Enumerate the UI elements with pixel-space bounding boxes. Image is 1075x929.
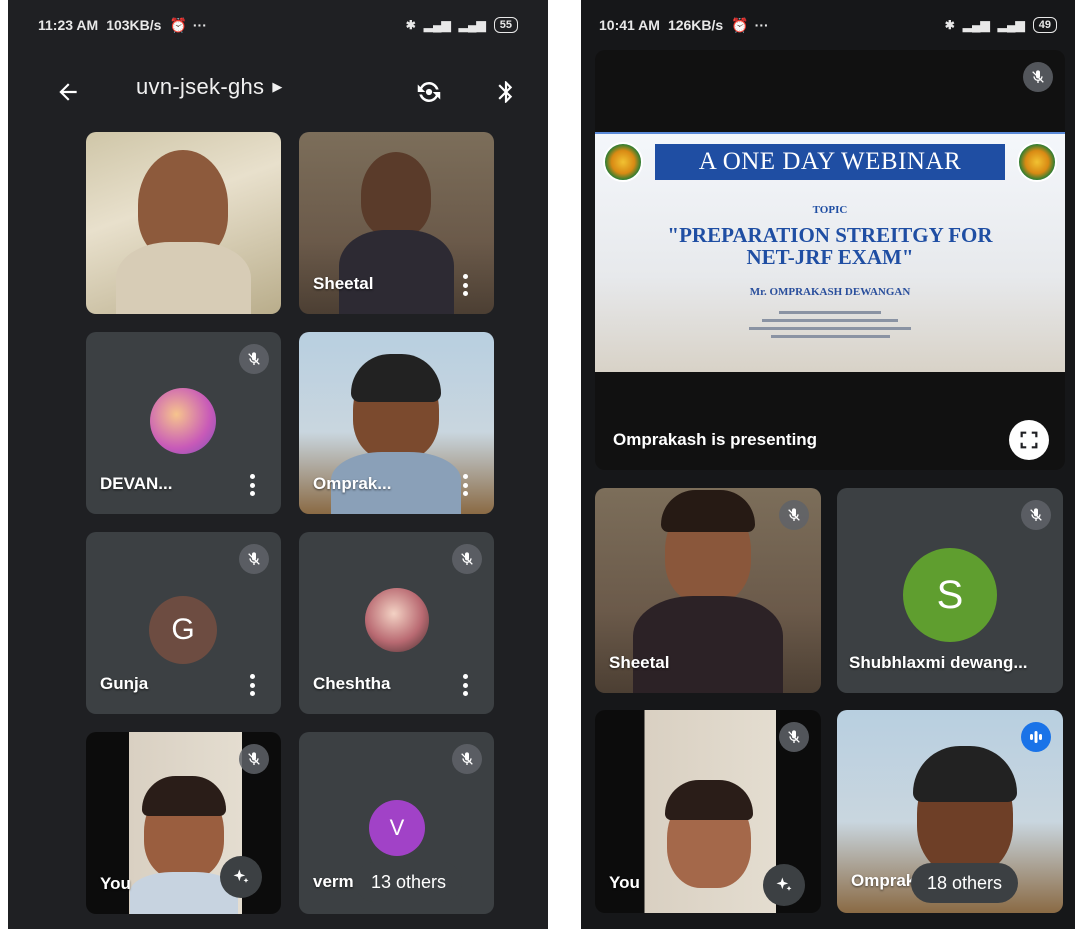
left-screen: 11:23 AM 103KB/s ⏰ ··· ✱ ▂▄▆ ▂▄▆ 55 uvn-… (8, 0, 548, 929)
participant-name: Sheetal (313, 274, 374, 293)
participant-name: DEVAN... (100, 474, 173, 493)
chevron-right-icon: ▶ (272, 79, 283, 94)
mic-off-icon (452, 744, 482, 774)
self-view-tile[interactable]: You (595, 710, 821, 913)
participant-tile[interactable]: V verm 13 others (299, 732, 494, 914)
presentation-tile[interactable]: A ONE DAY WEBINAR TOPIC "PREPARATION STR… (595, 50, 1065, 470)
status-bar: 11:23 AM 103KB/s ⏰ ··· ✱ ▂▄▆ ▂▄▆ 55 (8, 0, 548, 50)
alarm-icon: ⏰ (169, 16, 187, 33)
participant-name: Shubhlaxmi dewang... (849, 653, 1028, 672)
signal-icon-2: ▂▄▆ (997, 18, 1025, 32)
participant-tile[interactable]: Omprak 18 others (837, 710, 1063, 913)
participant-tile[interactable]: S Shubhlaxmi dewang... (837, 488, 1063, 693)
battery-indicator: 49 (1032, 17, 1057, 33)
slide-topic: TOPIC (812, 204, 848, 216)
participant-tile[interactable]: Sheetal (595, 488, 821, 693)
effects-sparkle-icon[interactable] (763, 864, 805, 906)
participant-tile[interactable]: DEVAN... (86, 332, 281, 514)
mic-off-icon (239, 344, 269, 374)
network-speed: 103KB/s (106, 17, 162, 33)
signal-icon: ▂▄▆ (962, 18, 990, 32)
participant-name: Omprak... (313, 474, 392, 493)
participant-avatar (150, 388, 216, 454)
others-count-pill[interactable]: 18 others (911, 863, 1019, 903)
signal-icon-2: ▂▄▆ (458, 18, 486, 32)
slide-headline: "PREPARATION STREITGY FOR NET-JRF EXAM" (667, 223, 993, 269)
participant-name: Omprak (851, 871, 916, 890)
fullscreen-icon[interactable] (1009, 420, 1049, 460)
bluetooth-status-icon: ✱ (944, 18, 955, 32)
participant-tile[interactable]: Omprak... (299, 332, 494, 514)
signal-icon: ▂▄▆ (423, 18, 451, 32)
speaking-indicator-icon (1021, 722, 1051, 752)
slide-banner: A ONE DAY WEBINAR (655, 144, 1005, 180)
meeting-code: uvn-jsek-ghs (136, 74, 265, 99)
mic-off-icon (452, 544, 482, 574)
participant-name: verm (313, 872, 354, 891)
more-notifications: ··· (754, 17, 769, 33)
network-speed: 126KB/s (667, 17, 724, 33)
college-crest-icon (1017, 142, 1057, 182)
presenting-label: Omprakash is presenting (613, 430, 818, 449)
more-notifications: ··· (192, 17, 207, 33)
others-count-pill[interactable]: 13 others (355, 862, 463, 902)
effects-sparkle-icon[interactable] (220, 856, 262, 898)
battery-indicator: 55 (493, 17, 518, 33)
meeting-code-button[interactable]: uvn-jsek-ghs ▶ (136, 74, 283, 100)
mic-off-icon (779, 500, 809, 530)
participant-tile[interactable]: Sheetal (299, 132, 494, 314)
switch-camera-icon[interactable] (411, 74, 447, 110)
participant-avatar: S (903, 548, 997, 642)
meeting-app-bar: uvn-jsek-ghs ▶ (8, 68, 548, 116)
bluetooth-audio-icon[interactable] (488, 74, 524, 110)
participant-avatar (365, 588, 429, 652)
mic-off-icon (1023, 62, 1053, 92)
participant-avatar: G (149, 596, 217, 664)
more-options-icon[interactable] (249, 674, 255, 696)
more-options-icon[interactable] (462, 674, 468, 696)
bluetooth-status-icon: ✱ (405, 18, 416, 32)
more-options-icon[interactable] (462, 474, 468, 496)
more-options-icon[interactable] (462, 274, 468, 296)
participant-tile[interactable]: G Gunja (86, 532, 281, 714)
participant-name: Sheetal (609, 653, 670, 672)
right-screen: 10:41 AM 126KB/s ⏰ ··· ✱ ▂▄▆ ▂▄▆ 49 A ON… (581, 0, 1075, 929)
back-arrow-icon[interactable] (48, 72, 88, 112)
mic-off-icon (239, 744, 269, 774)
mic-off-icon (779, 722, 809, 752)
more-options-icon[interactable] (249, 474, 255, 496)
participant-tile[interactable]: Cheshtha (299, 532, 494, 714)
participant-name: Cheshtha (313, 674, 391, 693)
mic-off-icon (239, 544, 269, 574)
participant-name: Gunja (100, 674, 149, 693)
participant-name: You (100, 874, 131, 893)
alarm-icon: ⏰ (731, 16, 749, 33)
status-bar: 10:41 AM 126KB/s ⏰ ··· ✱ ▂▄▆ ▂▄▆ 49 (581, 0, 1075, 50)
status-time: 10:41 AM (599, 17, 660, 33)
participant-avatar: V (369, 800, 425, 856)
slide-details (745, 306, 915, 343)
participant-video (361, 152, 431, 237)
participant-tile[interactable] (86, 132, 281, 314)
shared-slide: A ONE DAY WEBINAR TOPIC "PREPARATION STR… (595, 132, 1065, 372)
self-view-tile[interactable]: You (86, 732, 281, 914)
status-time: 11:23 AM (38, 17, 99, 33)
college-crest-icon (603, 142, 643, 182)
slide-presenter: Mr. OMPRAKASH DEWANGAN (749, 286, 911, 298)
participant-name: You (609, 873, 640, 892)
mic-off-icon (1021, 500, 1051, 530)
